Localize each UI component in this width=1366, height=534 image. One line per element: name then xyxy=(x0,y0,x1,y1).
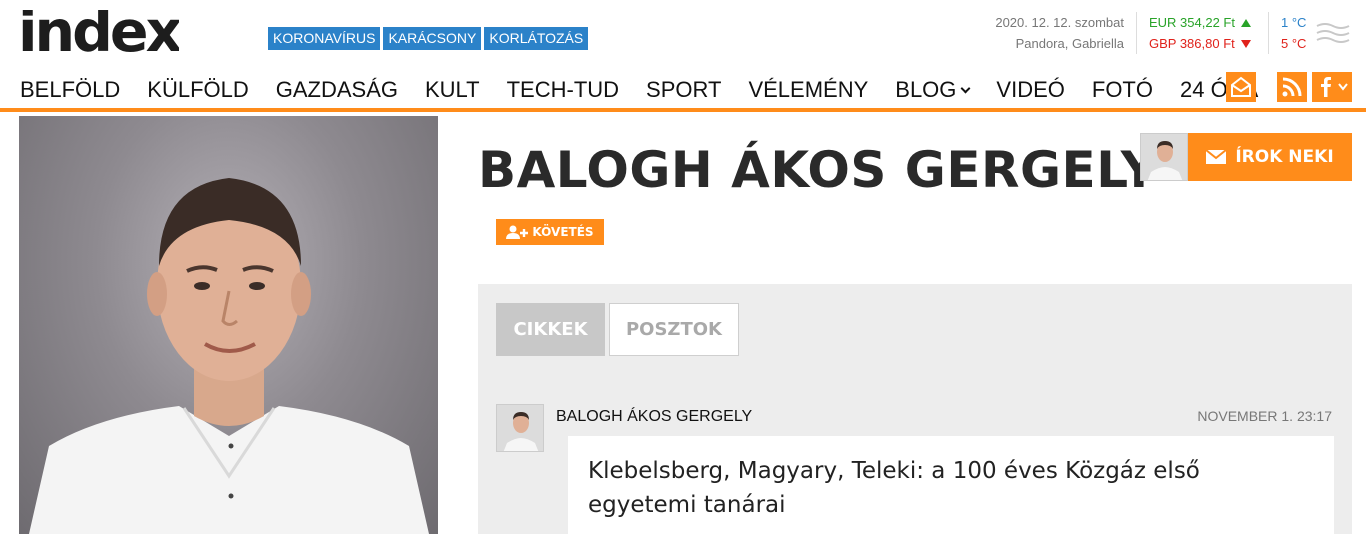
current-date: 2020. 12. 12. szombat xyxy=(995,15,1124,30)
hot-tag-restrictions[interactable]: KORLÁTOZÁS xyxy=(484,27,589,50)
nav-item-tech-tud[interactable]: TECH-TUD xyxy=(507,76,619,104)
hot-tag-coronavirus[interactable]: KORONAVÍRUS xyxy=(268,27,381,50)
rss-icon[interactable] xyxy=(1277,72,1307,102)
site-logo[interactable]: index xyxy=(18,10,179,56)
article-card[interactable]: Klebelsberg, Magyary, Teleki: a 100 éves… xyxy=(568,436,1334,534)
add-user-icon xyxy=(506,225,529,239)
arrow-up-icon xyxy=(1241,19,1251,27)
exchange-rates[interactable]: EUR 354,22 Ft GBP 386,80 Ft xyxy=(1136,12,1251,54)
fx-gbp-value: GBP 386,80 Ft xyxy=(1149,36,1235,51)
chevron-down-icon xyxy=(960,83,971,93)
arrow-down-icon xyxy=(1240,40,1251,48)
article-title[interactable]: Klebelsberg, Magyary, Teleki: a 100 éves… xyxy=(588,454,1268,522)
name-day: Pandora, Gabriella xyxy=(1015,36,1124,51)
nav-item-video[interactable]: VIDEÓ xyxy=(996,76,1064,104)
hot-tags: KORONAVÍRUS KARÁCSONY KORLÁTOZÁS xyxy=(268,27,589,50)
follow-label: KÖVETÉS xyxy=(532,225,594,239)
temp-max: 5 °C xyxy=(1281,36,1307,51)
nav-item-kult[interactable]: KULT xyxy=(425,76,480,104)
envelope-icon xyxy=(1206,150,1227,164)
fog-icon xyxy=(1316,23,1350,43)
date-info: 2020. 12. 12. szombat Pandora, Gabriella xyxy=(995,12,1124,54)
author-portrait xyxy=(19,116,438,534)
fx-gbp: GBP 386,80 Ft xyxy=(1149,33,1251,54)
nav-item-foto[interactable]: FOTÓ xyxy=(1092,76,1153,104)
write-to-author-label: ÍROK NEKI xyxy=(1235,147,1334,167)
entry-author-name[interactable]: BALOGH ÁKOS GERGELY xyxy=(556,408,752,426)
author-name: BALOGH ÁKOS GERGELY xyxy=(478,141,1158,199)
weather[interactable]: 1 °C 5 °C xyxy=(1268,12,1306,54)
facebook-icon[interactable] xyxy=(1312,72,1352,102)
newsletter-icon[interactable] xyxy=(1226,72,1256,102)
hot-tag-christmas[interactable]: KARÁCSONY xyxy=(383,27,482,50)
nav-item-gazdasag[interactable]: GAZDASÁG xyxy=(276,76,398,104)
temp-min: 1 °C xyxy=(1281,15,1307,30)
nav-item-kulfold[interactable]: KÜLFÖLD xyxy=(147,76,248,104)
fx-eur: EUR 354,22 Ft xyxy=(1149,12,1251,33)
fx-eur-value: EUR 354,22 Ft xyxy=(1149,15,1235,30)
nav-item-sport[interactable]: SPORT xyxy=(646,76,721,104)
nav-item-blog[interactable]: BLOG xyxy=(895,76,971,104)
entry-date: NOVEMBER 1. 23:17 xyxy=(1197,408,1332,424)
nav-item-velemeny[interactable]: VÉLEMÉNY xyxy=(748,76,868,104)
main-nav: BELFÖLD KÜLFÖLD GAZDASÁG KULT TECH-TUD S… xyxy=(0,70,1366,112)
tab-articles[interactable]: CIKKEK xyxy=(496,303,605,356)
nav-item-blog-label: BLOG xyxy=(895,77,957,102)
author-content-panel: CIKKEK POSZTOK BALOGH ÁKOS GERGELY NOVEM… xyxy=(478,284,1352,534)
follow-button[interactable]: KÖVETÉS xyxy=(496,219,604,245)
tab-posts[interactable]: POSZTOK xyxy=(609,303,739,356)
author-mini-avatar xyxy=(1140,133,1188,181)
nav-item-belfold[interactable]: BELFÖLD xyxy=(20,76,120,104)
write-to-author-button[interactable]: ÍROK NEKI xyxy=(1188,133,1352,181)
entry-author-avatar[interactable] xyxy=(496,404,544,452)
